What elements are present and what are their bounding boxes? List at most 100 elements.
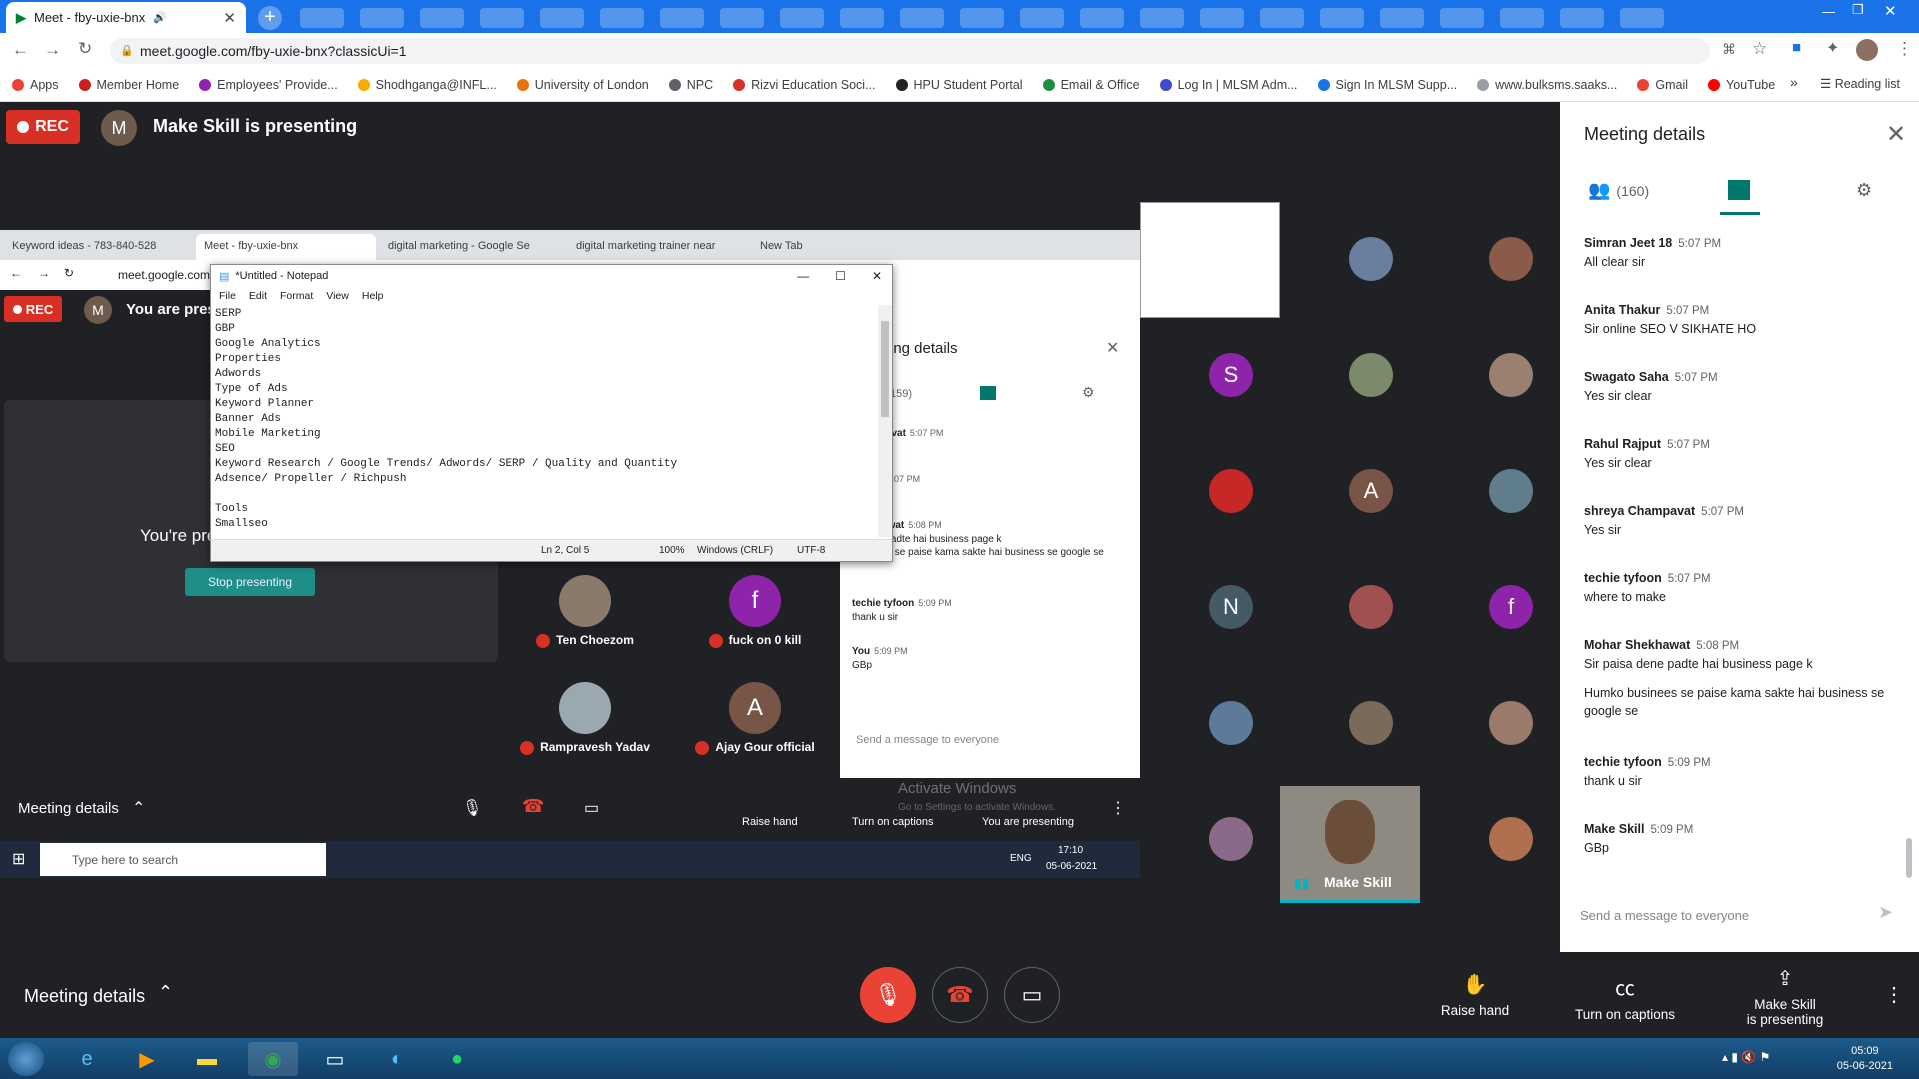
chat-scrollbar[interactable] xyxy=(1906,838,1912,878)
bookmark-item[interactable]: University of London xyxy=(516,78,649,92)
browser-tab[interactable] xyxy=(1620,8,1664,28)
bookmark-star-icon[interactable]: ☆ xyxy=(1752,39,1767,59)
browser-tab[interactable] xyxy=(1320,8,1364,28)
folder-icon[interactable]: ▬ xyxy=(182,1042,232,1076)
bookmark-item[interactable]: Apps xyxy=(12,78,59,92)
media-player-icon[interactable]: ▶ xyxy=(122,1042,172,1076)
chevron-up-icon[interactable]: ⌃ xyxy=(158,982,173,1003)
chat-app-icon[interactable]: ▭ xyxy=(310,1042,360,1076)
participant-photo[interactable] xyxy=(1489,237,1533,281)
camera-button[interactable]: ▭ xyxy=(1004,967,1060,1023)
participant-photo[interactable] xyxy=(1489,701,1533,745)
tab-people[interactable]: 👥 (160) xyxy=(1588,180,1649,201)
participant-photo[interactable] xyxy=(1209,701,1253,745)
taskbar-clock[interactable]: 05:09 05-06-2021 xyxy=(1837,1044,1893,1074)
chat-input[interactable]: Send a message to everyone xyxy=(1580,908,1749,923)
browser-tab[interactable] xyxy=(1200,8,1244,28)
close-window-icon[interactable]: ✕ xyxy=(1884,2,1897,20)
browser-tab[interactable] xyxy=(540,8,584,28)
tray-icons[interactable]: ▴ ▮ 🔇 ⚑ xyxy=(1722,1050,1770,1064)
screen-share-thumbnail[interactable] xyxy=(1140,202,1280,318)
browser-tab[interactable] xyxy=(1380,8,1424,28)
browser-tab[interactable] xyxy=(600,8,644,28)
minimize-window-icon[interactable]: — xyxy=(1822,4,1835,19)
url-input[interactable]: 🔒 meet.google.com/fby-uxie-bnx?classicUi… xyxy=(110,38,1710,64)
reload-icon[interactable]: ↻ xyxy=(78,39,92,59)
extension-icon[interactable]: ■ xyxy=(1792,39,1801,56)
browser-tab[interactable] xyxy=(1140,8,1184,28)
mute-tab-icon[interactable]: 🔊 xyxy=(153,11,167,24)
bookmark-item[interactable]: YouTube xyxy=(1708,78,1775,92)
browser-tab[interactable] xyxy=(660,8,704,28)
raise-hand-button[interactable]: ✋ Raise hand xyxy=(1440,972,1510,1018)
send-icon[interactable]: ➤ xyxy=(1878,902,1893,923)
avatar[interactable]: A xyxy=(1349,469,1393,513)
participant-photo[interactable] xyxy=(1209,817,1253,861)
tab-meet[interactable]: ▶ Meet - fby-uxie-bnx 🔊 ✕ xyxy=(6,2,246,33)
browser-tab[interactable] xyxy=(1500,8,1544,28)
participant-photo[interactable] xyxy=(1489,353,1533,397)
bookmark-item[interactable]: Sign In MLSM Supp... xyxy=(1317,78,1457,92)
ie-icon[interactable]: e xyxy=(62,1042,112,1076)
participant-photo[interactable] xyxy=(1349,237,1393,281)
mic-off-button[interactable]: 🎙 xyxy=(860,967,916,1023)
browser-tab[interactable] xyxy=(1080,8,1124,28)
browser-tab[interactable] xyxy=(1020,8,1064,28)
start-button[interactable] xyxy=(8,1042,44,1076)
meeting-details-button[interactable]: Meeting details xyxy=(24,986,145,1007)
restore-window-icon[interactable]: ❐ xyxy=(1852,2,1864,18)
participant-photo[interactable] xyxy=(1489,817,1533,861)
activities-icon[interactable]: ⚙ xyxy=(1856,180,1872,201)
whatsapp-icon[interactable]: ● xyxy=(432,1042,482,1076)
bookmark-item[interactable]: HPU Student Portal xyxy=(895,78,1023,92)
back-icon[interactable]: ← xyxy=(12,40,29,60)
bookmarks-overflow-icon[interactable]: » xyxy=(1790,74,1798,90)
forward-icon[interactable]: → xyxy=(44,40,61,60)
bookmark-item[interactable]: NPC xyxy=(668,78,713,92)
bookmark-item[interactable]: Gmail xyxy=(1637,78,1688,92)
participant-photo[interactable] xyxy=(1209,469,1253,513)
bookmark-item[interactable]: Member Home xyxy=(78,78,179,92)
browser-tab[interactable] xyxy=(1560,8,1604,28)
captions-button[interactable]: ㏄ Turn on captions xyxy=(1570,972,1680,1022)
avatar[interactable]: f xyxy=(1489,585,1533,629)
close-tab-icon[interactable]: ✕ xyxy=(223,9,236,27)
avatar[interactable]: S xyxy=(1209,353,1253,397)
browser-tab[interactable] xyxy=(780,8,824,28)
browser-tab[interactable] xyxy=(360,8,404,28)
participant-photo[interactable] xyxy=(1349,585,1393,629)
presenting-button[interactable]: ⇪ Make Skill is presenting xyxy=(1740,966,1830,1027)
hang-up-button[interactable]: ☎ xyxy=(932,967,988,1023)
participant-photo[interactable] xyxy=(1349,353,1393,397)
browser-tab[interactable] xyxy=(300,8,344,28)
profile-avatar[interactable] xyxy=(1856,39,1878,61)
browser-tab[interactable] xyxy=(420,8,464,28)
new-tab-button[interactable]: + xyxy=(258,6,282,30)
bookmark-item[interactable]: Shodhganga@INFL... xyxy=(357,78,497,92)
bookmark-item[interactable]: Rizvi Education Soci... xyxy=(733,78,876,92)
browser-tab[interactable] xyxy=(1440,8,1484,28)
chat-icon[interactable] xyxy=(1728,180,1750,200)
bookmark-item[interactable]: Log In | MLSM Adm... xyxy=(1159,78,1298,92)
browser-tab[interactable] xyxy=(900,8,944,28)
bookmark-item[interactable]: Employees' Provide... xyxy=(199,78,338,92)
browser-tab[interactable] xyxy=(720,8,764,28)
bookmark-item[interactable]: Email & Office xyxy=(1042,78,1140,92)
reading-list[interactable]: ☰ Reading list xyxy=(1820,76,1900,91)
edge-icon[interactable]: ◐ xyxy=(372,1042,422,1076)
browser-tab[interactable] xyxy=(480,8,524,28)
menu-dots-icon[interactable]: ⋮ xyxy=(1896,39,1913,59)
more-options-icon[interactable]: ⋮ xyxy=(1884,982,1904,1007)
browser-tab[interactable] xyxy=(1260,8,1304,28)
puzzle-icon[interactable]: ✦ xyxy=(1826,38,1839,58)
participant-photo[interactable] xyxy=(1349,701,1393,745)
bookmark-item[interactable]: www.bulksms.saaks... xyxy=(1477,78,1617,92)
browser-tab[interactable] xyxy=(960,8,1004,28)
browser-tab[interactable] xyxy=(840,8,884,28)
chrome-icon[interactable]: ◉ xyxy=(248,1042,298,1076)
translate-icon[interactable]: ⌘ xyxy=(1722,41,1736,58)
self-view-tile[interactable]: ▮▮ Make Skill xyxy=(1280,786,1420,903)
participant-photo[interactable] xyxy=(1489,469,1533,513)
avatar[interactable]: N xyxy=(1209,585,1253,629)
close-icon[interactable]: ✕ xyxy=(1886,120,1906,149)
